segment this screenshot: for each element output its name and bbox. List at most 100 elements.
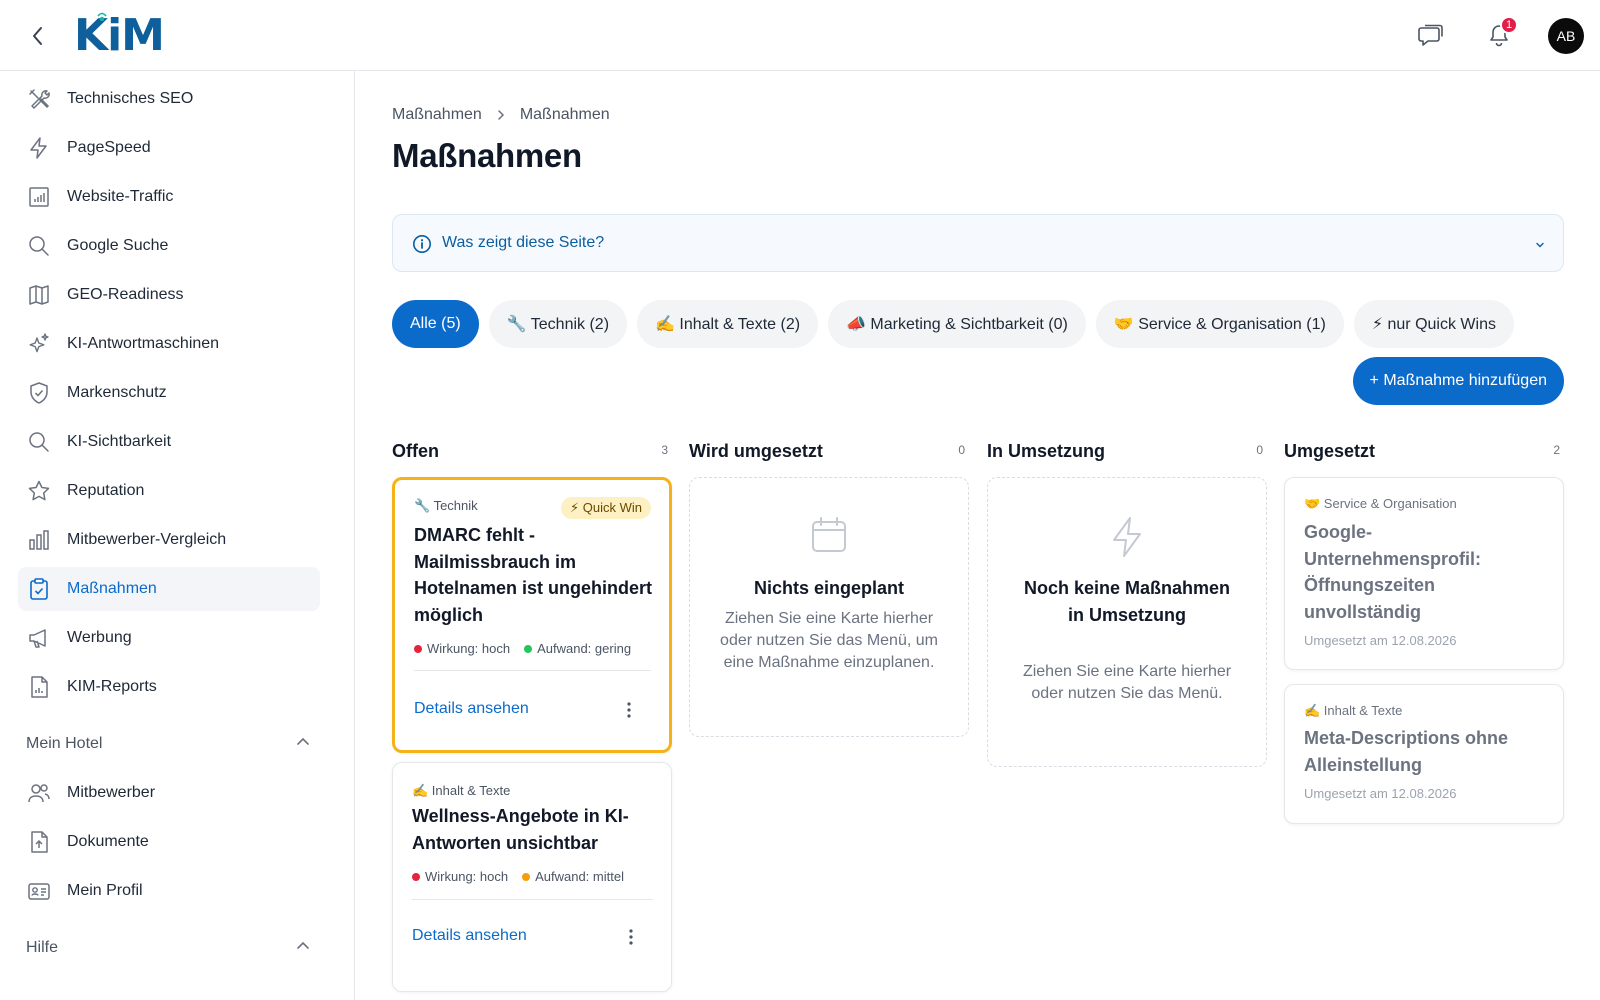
task-card[interactable]: ✍️ Inhalt & Texte Wellness-Angebote in K… (392, 762, 672, 992)
search-icon (27, 234, 51, 258)
chat-button[interactable] (1412, 17, 1450, 55)
filter-chip-service[interactable]: 🤝 Service & Organisation (1) (1095, 300, 1344, 348)
page-title: Maßnahmen (392, 137, 582, 174)
empty-dropzone[interactable]: Noch keine Maßnahmen in Umsetzung Ziehen… (987, 477, 1267, 767)
calendar-icon (690, 516, 968, 554)
info-accordion[interactable]: Was zeigt diese Seite? (392, 214, 1564, 272)
filter-chips: Alle (5) 🔧 Technik (2) ✍️ Inhalt & Texte… (392, 300, 1514, 348)
sidebar-item-label: Technisches SEO (67, 90, 194, 107)
column-in-umsetzung: In Umsetzung 0 Noch keine Maßnahmen in U… (987, 440, 1267, 767)
sidebar-item-label: Markenschutz (67, 384, 167, 401)
card-category: 🤝 Service & Organisation (1304, 496, 1457, 511)
sidebar-item-label: Werbung (67, 629, 132, 646)
impact-indicator: Wirkung: hoch (412, 869, 508, 884)
sidebar-item-reputation[interactable]: Reputation (18, 469, 320, 513)
sidebar-item-massnahmen[interactable]: Maßnahmen (18, 567, 320, 611)
sidebar-item-label: PageSpeed (67, 139, 151, 156)
sidebar-item-label: KIM-Reports (67, 678, 157, 695)
card-meta: Wirkung: hoch Aufwand: gering (414, 641, 631, 656)
impact-indicator: Wirkung: hoch (414, 641, 510, 656)
id-card-icon (27, 879, 51, 903)
info-icon (413, 235, 431, 253)
column-title: Wird umgesetzt (689, 440, 823, 461)
chevron-down-icon (1536, 242, 1544, 248)
tools-icon (27, 87, 51, 111)
sidebar-item-kim-reports[interactable]: KIM-Reports (18, 665, 320, 709)
avatar[interactable]: AB (1548, 18, 1584, 54)
filter-chip-quick-wins[interactable]: ⚡ nur Quick Wins (1353, 300, 1514, 348)
more-vertical-icon (627, 702, 631, 718)
effort-dot (524, 645, 533, 653)
empty-text: Ziehen Sie eine Karte hierher oder nutze… (1022, 663, 1232, 702)
sidebar-item-mitbewerber[interactable]: Mitbewerber (18, 771, 320, 815)
section-hilfe-toggle[interactable]: Hilfe (26, 935, 312, 961)
logo-signal-icon (97, 12, 107, 21)
column-title: In Umsetzung (987, 440, 1106, 461)
sidebar-nav: Technisches SEO PageSpeed Website-Traffi… (0, 71, 354, 709)
filter-chip-marketing[interactable]: 📣 Marketing & Sichtbarkeit (0) (828, 300, 1086, 348)
effort-indicator: Aufwand: gering (524, 641, 631, 656)
sidebar-item-label: Maßnahmen (67, 580, 157, 597)
shield-check-icon (27, 381, 51, 405)
column-count: 0 (1256, 443, 1263, 457)
sidebar-item-label: Mitbewerber (67, 784, 156, 801)
column-header: In Umsetzung 0 (987, 440, 1267, 462)
chat-icon (1418, 24, 1443, 46)
search-icon (27, 430, 51, 454)
breadcrumb: Maßnahmen Maßnahmen (392, 106, 610, 124)
task-card-done[interactable]: ✍️ Inhalt & Texte Meta-Descriptions ohne… (1284, 684, 1564, 824)
sparkles-icon (27, 332, 51, 356)
chevron-right-icon (498, 110, 504, 120)
sidebar-item-werbung[interactable]: Werbung (18, 616, 320, 660)
task-card-done[interactable]: 🤝 Service & Organisation Google-Unterneh… (1284, 477, 1564, 670)
notifications-button[interactable]: 1 (1480, 16, 1518, 55)
card-category: 🔧 Technik (414, 498, 478, 513)
column-wird-umgesetzt: Wird umgesetzt 0 Nichts eingeplant Ziehe… (689, 440, 969, 737)
sidebar-item-pagespeed[interactable]: PageSpeed (18, 126, 320, 170)
details-link[interactable]: Details ansehen (414, 700, 529, 718)
section-label: Hilfe (26, 939, 59, 956)
section-mein-hotel-toggle[interactable]: Mein Hotel (26, 731, 312, 757)
effort-label: Aufwand: gering (537, 641, 632, 656)
sidebar-item-dokumente[interactable]: Dokumente (18, 820, 320, 864)
impact-label: Wirkung: hoch (425, 869, 509, 884)
column-count: 2 (1553, 443, 1560, 457)
sidebar-item-markenschutz[interactable]: Markenschutz (18, 371, 320, 415)
filter-chip-alle[interactable]: Alle (5) (392, 300, 479, 348)
notification-badge: 1 (1500, 16, 1518, 34)
column-count: 0 (958, 443, 965, 457)
sidebar-item-mitbewerber-vergleich[interactable]: Mitbewerber-Vergleich (18, 518, 320, 562)
top-bar: KiM 1 AB (0, 0, 1600, 71)
effort-indicator: Aufwand: mittel (522, 869, 624, 884)
column-header: Wird umgesetzt 0 (689, 440, 969, 462)
add-massnahme-button[interactable]: + Maßnahme hinzufügen (1352, 357, 1564, 405)
filter-chip-inhalt-texte[interactable]: ✍️ Inhalt & Texte (2) (637, 300, 819, 348)
back-button[interactable] (26, 24, 50, 48)
logo-text: KiM (74, 10, 165, 61)
card-title: DMARC fehlt - Mailmissbrauch im Hotelnam… (414, 525, 653, 625)
sidebar-item-ki-antwortmaschinen[interactable]: KI-Antwortmaschinen (18, 322, 320, 366)
filter-chip-technik[interactable]: 🔧 Technik (2) (488, 300, 628, 348)
card-menu-button[interactable] (621, 925, 641, 949)
card-menu-button[interactable] (619, 698, 639, 722)
task-card[interactable]: 🔧 Technik ⚡ Quick Win DMARC fehlt - Mail… (392, 477, 672, 753)
empty-title: Nichts eingeplant (753, 578, 905, 598)
quick-win-badge: ⚡ Quick Win (561, 497, 651, 519)
map-icon (27, 283, 51, 307)
sidebar-item-geo-readiness[interactable]: GEO-Readiness (18, 273, 320, 317)
sidebar-item-technisches-seo[interactable]: Technisches SEO (18, 77, 320, 121)
completed-date: Umgesetzt am 12.08.2026 (1304, 633, 1457, 648)
megaphone-icon (27, 626, 51, 650)
empty-title: Noch keine Maßnahmen in Umsetzung (1023, 578, 1231, 625)
kim-logo[interactable]: KiM (74, 10, 165, 61)
chevron-left-icon (33, 27, 42, 45)
sidebar-item-google-suche[interactable]: Google Suche (18, 224, 320, 268)
breadcrumb-item[interactable]: Maßnahmen (392, 106, 482, 124)
sidebar-item-label: Mein Profil (67, 882, 143, 899)
details-link[interactable]: Details ansehen (412, 927, 527, 945)
sidebar-item-mein-profil[interactable]: Mein Profil (18, 869, 320, 913)
lightning-icon (27, 136, 51, 160)
empty-dropzone[interactable]: Nichts eingeplant Ziehen Sie eine Karte … (689, 477, 969, 737)
sidebar-item-ki-sichtbarkeit[interactable]: KI-Sichtbarkeit (18, 420, 320, 464)
sidebar-item-website-traffic[interactable]: Website-Traffic (18, 175, 320, 219)
